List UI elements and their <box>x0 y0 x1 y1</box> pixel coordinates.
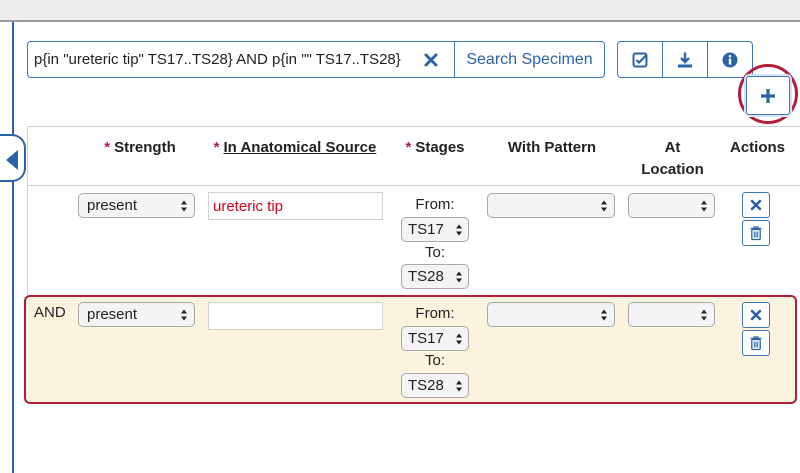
header-actions: Actions <box>729 139 785 156</box>
select-arrows-icon <box>456 224 462 236</box>
strength-select[interactable]: present <box>78 193 195 218</box>
select-arrows-icon <box>456 380 462 392</box>
to-label: To: <box>424 352 445 369</box>
clear-row-button[interactable] <box>742 302 770 328</box>
info-icon <box>722 52 738 67</box>
download-button[interactable] <box>662 41 708 78</box>
panel-toggle-button[interactable] <box>0 134 26 182</box>
select-arrows-icon <box>601 309 607 321</box>
plus-icon <box>761 88 775 103</box>
row-connector: AND <box>34 304 66 321</box>
strength-select[interactable]: present <box>78 302 195 327</box>
from-stage-select[interactable]: TS17 <box>401 326 469 351</box>
to-stage-select[interactable]: TS28 <box>401 373 469 398</box>
header-stages: * Stages <box>405 139 465 156</box>
header-pattern: With Pattern <box>507 139 597 156</box>
select-arrows-icon <box>701 309 707 321</box>
to-label: To: <box>424 244 445 261</box>
from-label: From: <box>415 305 455 322</box>
from-stage-select[interactable]: TS17 <box>401 217 469 242</box>
pattern-select[interactable] <box>487 302 615 327</box>
panel-border <box>12 22 14 473</box>
delete-row-button[interactable] <box>742 220 770 246</box>
search-input[interactable]: p{in "ureteric tip" TS17..TS28} AND p{in… <box>27 41 417 78</box>
select-arrows-icon <box>456 271 462 283</box>
top-bar <box>0 0 800 22</box>
close-icon <box>750 309 762 321</box>
location-select[interactable] <box>628 193 715 218</box>
trash-icon <box>750 336 762 351</box>
pattern-select[interactable] <box>487 193 615 218</box>
anatomical-source-input[interactable]: ureteric tip <box>208 192 383 220</box>
close-icon <box>750 199 762 211</box>
select-arrows-icon <box>601 200 607 212</box>
clear-search-button[interactable] <box>407 41 455 78</box>
header-strength: * Strength <box>104 139 176 156</box>
anatomical-source-input[interactable] <box>208 302 383 330</box>
select-arrows-icon <box>701 200 707 212</box>
validate-button[interactable] <box>617 41 663 78</box>
chevron-left-icon <box>6 150 18 170</box>
checkbox-check-icon <box>632 52 648 67</box>
header-source[interactable]: * In Anatomical Source <box>200 137 390 159</box>
select-arrows-icon <box>181 309 187 321</box>
header-location: At Location <box>641 139 704 178</box>
download-icon <box>678 52 692 67</box>
to-stage-select[interactable]: TS28 <box>401 264 469 289</box>
from-label: From: <box>415 196 455 213</box>
add-row-button[interactable] <box>746 76 790 115</box>
clear-row-button[interactable] <box>742 192 770 218</box>
delete-row-button[interactable] <box>742 330 770 356</box>
close-icon <box>424 53 438 66</box>
trash-icon <box>750 226 762 241</box>
location-select[interactable] <box>628 302 715 327</box>
select-arrows-icon <box>456 333 462 345</box>
search-specimen-button[interactable]: Search Specimen <box>454 41 605 78</box>
select-arrows-icon <box>181 200 187 212</box>
